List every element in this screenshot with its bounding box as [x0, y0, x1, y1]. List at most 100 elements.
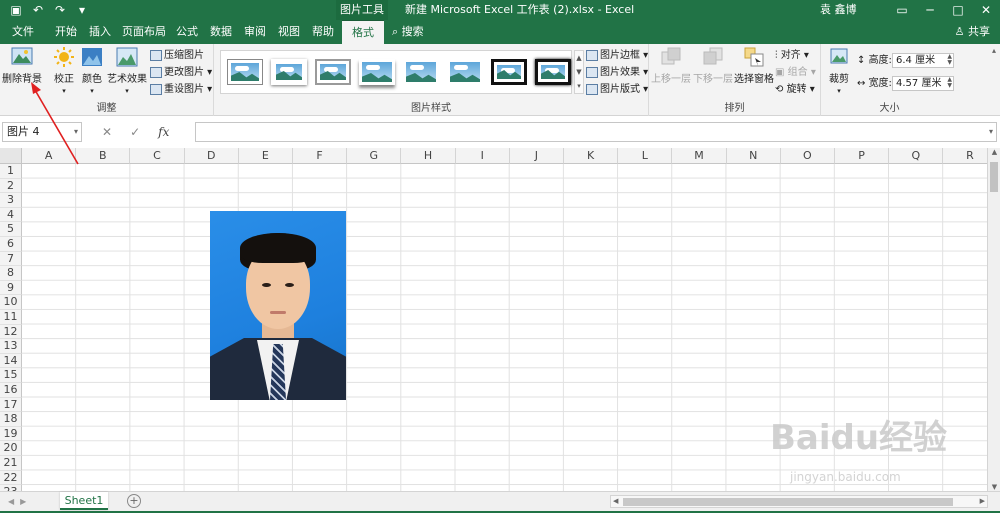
selection-pane-button[interactable]: 选择窗格 [733, 46, 775, 85]
column-header[interactable]: P [835, 148, 890, 164]
scroll-up-icon[interactable]: ▲ [576, 54, 581, 62]
row-header[interactable]: 10 [0, 295, 22, 310]
name-box[interactable]: 图片 4 ▾ [2, 122, 82, 142]
vertical-scroll-thumb[interactable] [990, 162, 998, 192]
send-backward-button[interactable]: 下移一层 [693, 46, 733, 85]
horizontal-scrollbar[interactable]: ◀ ▶ [610, 495, 988, 508]
column-header[interactable]: O [780, 148, 835, 164]
row-header[interactable]: 9 [0, 280, 22, 296]
inserted-picture[interactable] [210, 211, 346, 400]
tab-home[interactable]: 开始 [50, 20, 82, 44]
column-header[interactable]: Q [889, 148, 944, 164]
tab-help[interactable]: 帮助 [308, 20, 338, 44]
row-header[interactable]: 5 [0, 222, 22, 237]
column-header[interactable]: L [618, 148, 673, 164]
row-header[interactable]: 16 [0, 383, 22, 398]
close-icon[interactable]: ✕ [972, 0, 1000, 20]
picture-effects-button[interactable]: 图片效果 ▾ [586, 65, 648, 81]
row-header[interactable]: 6 [0, 237, 22, 252]
formula-input[interactable]: ▾ [195, 122, 997, 142]
picture-border-button[interactable]: 图片边框 ▾ [586, 48, 648, 64]
maximize-icon[interactable]: □ [944, 0, 972, 20]
align-button[interactable]: ⫶ 对齐 ▾ [775, 48, 809, 64]
column-header[interactable]: H [401, 148, 456, 164]
row-header[interactable]: 7 [0, 251, 22, 267]
scroll-up-icon[interactable]: ▲ [988, 148, 1000, 156]
width-spinner-icon[interactable]: ▲ ▼ [947, 77, 952, 89]
tell-me-search[interactable]: ⌕ 搜索 [392, 20, 424, 44]
reset-picture-button[interactable]: 重设图片 ▾ [150, 82, 212, 98]
column-header[interactable]: K [564, 148, 619, 164]
change-picture-button[interactable]: 更改图片 ▾ [150, 65, 212, 81]
name-box-dropdown-icon[interactable]: ▾ [74, 123, 78, 141]
width-input[interactable]: 4.57 厘米 ▲ ▼ [892, 76, 954, 91]
scroll-left-icon[interactable]: ◀ [613, 496, 618, 507]
crop-button[interactable]: 裁剪 ▾ [823, 46, 855, 96]
tab-file[interactable]: 文件 [4, 20, 42, 44]
expand-formula-icon[interactable]: ▾ [989, 127, 993, 136]
row-header[interactable]: 14 [0, 353, 22, 369]
group-button[interactable]: ▣ 组合 ▾ [775, 65, 816, 81]
artistic-effects-button[interactable]: 艺术效果 ▾ [106, 46, 148, 96]
column-header[interactable]: I [455, 148, 510, 164]
styles-gallery-scroll[interactable]: ▲ ▼ ▾ [574, 50, 584, 94]
cancel-icon[interactable]: ✕ [102, 122, 112, 142]
row-header[interactable]: 22 [0, 470, 22, 486]
row-header[interactable]: 3 [0, 193, 22, 208]
column-header[interactable]: B [76, 148, 131, 164]
scroll-down-icon[interactable]: ▼ [988, 483, 1000, 491]
scroll-right-icon[interactable]: ▶ [980, 496, 985, 507]
select-all-corner[interactable] [0, 148, 22, 164]
share-button[interactable]: ♙ 共享 [955, 20, 990, 44]
picture-style-5[interactable] [403, 59, 439, 85]
sheet-tab-sheet1[interactable]: Sheet1 [60, 492, 108, 510]
column-header[interactable]: G [347, 148, 402, 164]
column-header[interactable]: E [238, 148, 293, 164]
height-input[interactable]: 6.4 厘米 ▲ ▼ [892, 53, 954, 68]
picture-style-2[interactable] [271, 59, 307, 85]
vertical-scrollbar[interactable]: ▲ ▼ [987, 148, 1000, 491]
collapse-ribbon-icon[interactable]: ▴ [992, 46, 996, 55]
tab-data[interactable]: 数据 [206, 20, 236, 44]
tab-format[interactable]: 格式 [342, 20, 384, 44]
undo-icon[interactable]: ↶ [30, 3, 46, 17]
row-header[interactable]: 20 [0, 441, 22, 456]
row-header[interactable]: 8 [0, 266, 22, 281]
column-header[interactable]: J [509, 148, 564, 164]
redo-icon[interactable]: ↷ [52, 3, 68, 17]
row-header[interactable]: 21 [0, 456, 22, 471]
enter-icon[interactable]: ✓ [130, 122, 140, 142]
more-icon[interactable]: ▾ [577, 82, 581, 90]
remove-background-button[interactable]: 删除背景 [2, 46, 42, 85]
scroll-down-icon[interactable]: ▼ [576, 68, 581, 76]
column-header[interactable]: M [672, 148, 727, 164]
column-header[interactable]: C [130, 148, 185, 164]
picture-layout-button[interactable]: 图片版式 ▾ [586, 82, 648, 98]
tab-insert[interactable]: 插入 [84, 20, 116, 44]
rotate-button[interactable]: ⟲ 旋转 ▾ [775, 82, 815, 98]
tab-view[interactable]: 视图 [274, 20, 304, 44]
row-header[interactable]: 15 [0, 368, 22, 383]
row-header[interactable]: 19 [0, 426, 22, 442]
row-header[interactable]: 18 [0, 412, 22, 427]
picture-style-6[interactable] [447, 59, 483, 85]
bring-forward-button[interactable]: 上移一层 [651, 46, 691, 85]
picture-style-8[interactable] [535, 59, 571, 85]
column-header[interactable]: F [293, 148, 348, 164]
tab-page-layout[interactable]: 页面布局 [118, 20, 170, 44]
sheet-navigation-icon[interactable]: ◀▶ [8, 492, 32, 512]
picture-style-4[interactable] [359, 59, 395, 85]
insert-function-icon[interactable]: fx [158, 122, 169, 142]
column-header[interactable]: A [22, 148, 77, 164]
picture-style-7[interactable] [491, 59, 527, 85]
column-header[interactable]: R [943, 148, 987, 164]
add-sheet-icon[interactable]: + [127, 494, 141, 508]
tab-review[interactable]: 审阅 [240, 20, 270, 44]
row-header[interactable]: 1 [0, 164, 22, 179]
height-spinner-icon[interactable]: ▲ ▼ [947, 54, 952, 66]
tab-formulas[interactable]: 公式 [172, 20, 202, 44]
picture-style-1[interactable] [227, 59, 263, 85]
column-header[interactable]: D [184, 148, 239, 164]
customize-qat-icon[interactable]: ▾ [74, 3, 90, 17]
row-header[interactable]: 2 [0, 178, 22, 194]
